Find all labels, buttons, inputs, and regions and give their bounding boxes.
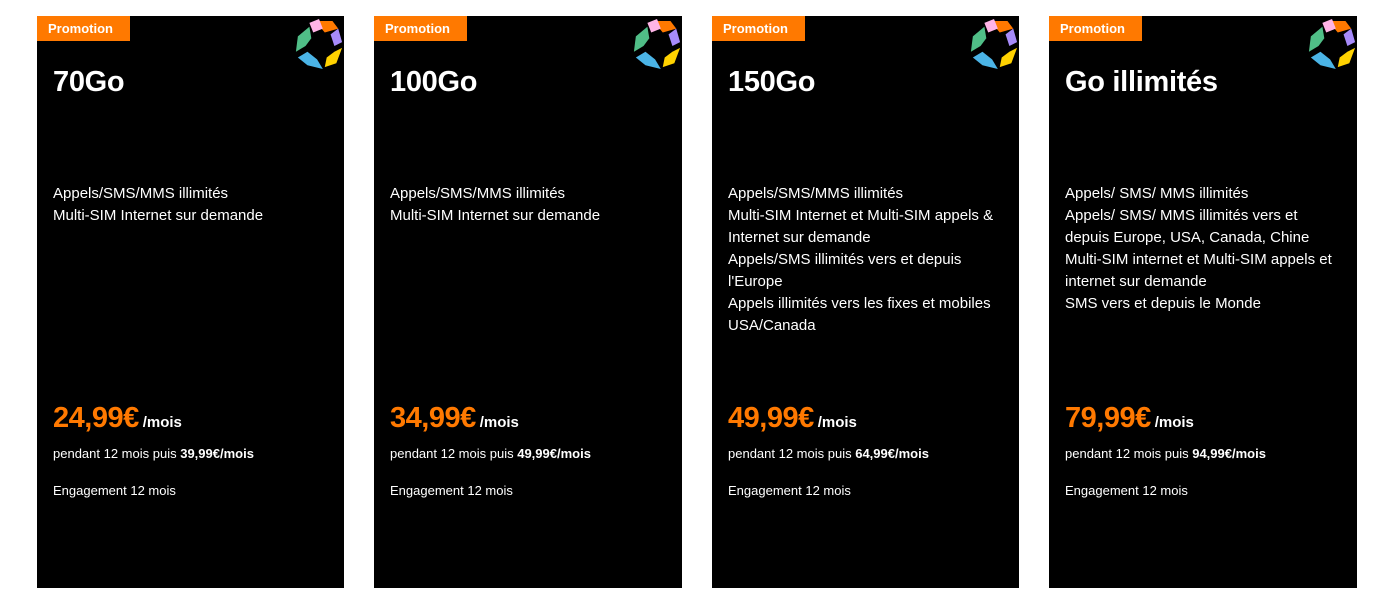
brand-logo-icon [295,19,343,70]
feature-list: Appels/ SMS/ MMS illimités Appels/ SMS/ … [1065,183,1345,315]
promotion-badge: Promotion [1049,16,1142,41]
feature-item: Multi-SIM Internet sur demande [53,207,264,224]
commitment-text: Engagement 12 mois [1065,483,1188,498]
feature-item: Appels/SMS illimités vers et depuis l'Eu… [728,251,962,290]
brand-logo-icon [633,19,681,70]
feature-item: Appels/SMS/MMS illimités [728,185,904,202]
feature-list: Appels/SMS/MMS illimités Multi-SIM Inter… [53,183,332,227]
price-row: 49,99€/mois [728,402,857,435]
brand-logo-icon [1308,19,1356,70]
offer-card-150go[interactable]: Promotion 150Go Appels/SMS/MMS illimités… [712,16,1019,588]
offer-card-100go[interactable]: Promotion 100Go Appels/SMS/MMS illimités… [374,16,682,588]
then-prefix: pendant 12 mois puis [390,446,514,461]
feature-item: Appels/SMS/MMS illimités [53,185,229,202]
price-after-promo: pendant 12 mois puis 64,99€/mois [728,446,929,461]
feature-list: Appels/SMS/MMS illimités Multi-SIM Inter… [390,183,670,227]
feature-list: Appels/SMS/MMS illimités Multi-SIM Inter… [728,183,1007,337]
feature-item: Multi-SIM internet et Multi-SIM appels e… [1065,251,1332,290]
promotion-badge: Promotion [712,16,805,41]
commitment-text: Engagement 12 mois [390,483,513,498]
offer-card-70go[interactable]: Promotion 70Go Appels/SMS/MMS illimités … [37,16,344,588]
offer-title: 70Go [53,66,125,98]
offer-price: 49,99€ [728,402,814,434]
brand-logo-icon [970,19,1018,70]
then-prefix: pendant 12 mois puis [1065,446,1189,461]
price-unit: /mois [142,414,182,431]
then-price: 64,99€/mois [855,446,929,461]
then-price: 49,99€/mois [517,446,591,461]
offers-grid: Promotion 70Go Appels/SMS/MMS illimités … [0,0,1383,610]
feature-item: Multi-SIM Internet sur demande [390,207,601,224]
then-price: 94,99€/mois [1192,446,1266,461]
feature-item: Appels illimités vers les fixes et mobil… [728,295,991,334]
feature-item: Multi-SIM Internet et Multi-SIM appels &… [728,207,994,246]
offer-price: 34,99€ [390,402,476,434]
price-after-promo: pendant 12 mois puis 39,99€/mois [53,446,254,461]
commitment-text: Engagement 12 mois [53,483,176,498]
feature-item: SMS vers et depuis le Monde [1065,295,1261,312]
price-row: 24,99€/mois [53,402,182,435]
then-price: 39,99€/mois [180,446,254,461]
promotion-badge: Promotion [374,16,467,41]
then-prefix: pendant 12 mois puis [728,446,852,461]
promotion-badge: Promotion [37,16,130,41]
feature-item: Appels/SMS/MMS illimités [390,185,566,202]
offer-title: 100Go [390,66,478,98]
then-prefix: pendant 12 mois puis [53,446,177,461]
feature-item: Appels/ SMS/ MMS illimités [1065,185,1249,202]
offer-title: Go illimités [1065,66,1218,98]
price-row: 34,99€/mois [390,402,519,435]
offer-price: 24,99€ [53,402,139,434]
commitment-text: Engagement 12 mois [728,483,851,498]
price-unit: /mois [479,414,519,431]
price-row: 79,99€/mois [1065,402,1194,435]
feature-item: Appels/ SMS/ MMS illimités vers et depui… [1065,207,1310,246]
price-after-promo: pendant 12 mois puis 94,99€/mois [1065,446,1266,461]
offer-card-go-illimites[interactable]: Promotion Go illimités Appels/ SMS/ MMS … [1049,16,1357,588]
price-unit: /mois [817,414,857,431]
price-unit: /mois [1154,414,1194,431]
offer-price: 79,99€ [1065,402,1151,434]
offer-title: 150Go [728,66,816,98]
price-after-promo: pendant 12 mois puis 49,99€/mois [390,446,591,461]
